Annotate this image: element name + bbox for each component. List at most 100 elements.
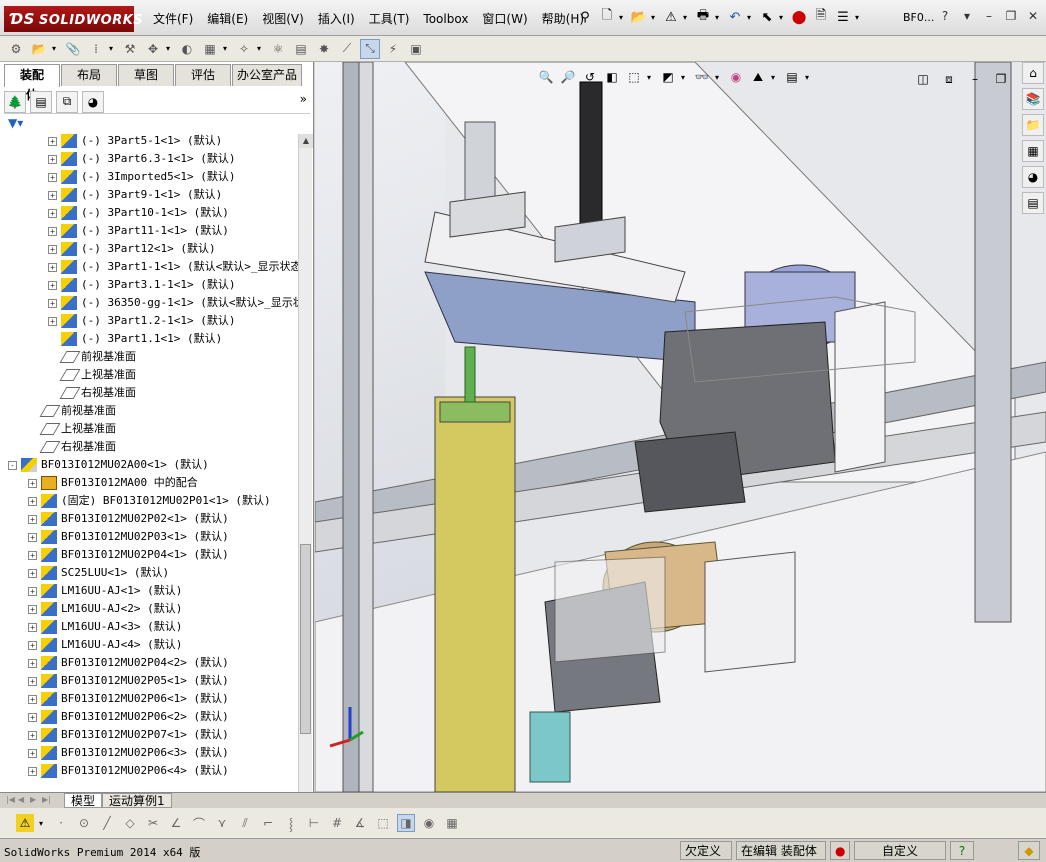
expand-icon[interactable]: + — [28, 568, 37, 578]
split-vertical-icon[interactable]: ⧈ — [940, 70, 958, 88]
tree-node[interactable]: + BF013I012MU02P03<1> (默认) — [28, 528, 229, 546]
corner-rectangle-icon[interactable]: ⌐ — [259, 814, 277, 832]
tree-node[interactable]: + BF013I012MU02P06<3> (默认) — [28, 744, 229, 762]
tree-node[interactable]: + (-) 3Part10-1<1> (默认) — [48, 204, 229, 222]
tree-node[interactable]: + BF013I012MU02P02<1> (默认) — [28, 510, 229, 528]
undo-dropdown-icon[interactable]: ▾ — [747, 13, 755, 22]
bill-of-materials-icon[interactable]: ▤ — [291, 39, 311, 59]
expand-icon[interactable]: + — [28, 730, 37, 740]
new-document-icon[interactable]: 🗋 — [597, 7, 617, 27]
appearance-manager-icon[interactable]: ◕ — [82, 90, 104, 113]
expand-icon[interactable]: + — [48, 154, 57, 164]
tree-node[interactable]: + BF013I012MU02P07<1> (默认) — [28, 726, 229, 744]
solidworks-resources-icon[interactable]: ⌂ — [1022, 62, 1044, 84]
tree-node[interactable]: + LM16UU-AJ<2> (默认) — [28, 600, 182, 618]
shaded-view-icon[interactable]: ◨ — [397, 814, 415, 832]
vertical-scrollbar[interactable]: ▲ ▼ — [298, 134, 313, 838]
expand-icon[interactable]: + — [28, 478, 37, 488]
arc-icon[interactable]: ⌒ — [190, 814, 208, 832]
tree-node[interactable]: + LM16UU-AJ<3> (默认) — [28, 618, 182, 636]
select-dropdown-icon[interactable]: ▾ — [779, 13, 787, 22]
tree-node[interactable]: 上视基准面 — [48, 366, 136, 384]
solidworks-logo[interactable]: ƊS SOLIDWORKS — [4, 6, 143, 32]
expand-icon[interactable]: + — [48, 316, 57, 326]
open-folder-icon[interactable]: 📂 — [629, 7, 649, 27]
assembly-model-render[interactable] — [315, 62, 1046, 792]
table-icon[interactable]: ▦ — [443, 814, 461, 832]
exploded-view-icon[interactable]: ✸ — [314, 39, 334, 59]
tree-node[interactable]: + (-) 3Imported5<1> (默认) — [48, 168, 235, 186]
tree-node[interactable]: + (-) 3Part5-1<1> (默认) — [48, 132, 222, 150]
restore-icon[interactable]: ❐ — [1002, 8, 1020, 24]
expand-icon[interactable]: + — [28, 748, 37, 758]
expand-icon[interactable]: + — [28, 712, 37, 722]
tree-node[interactable]: + BF013I012MU02P06<1> (默认) — [28, 690, 229, 708]
select-cursor-icon[interactable]: ⬉ — [757, 7, 777, 27]
tree-node[interactable]: + BF013I012MU02P04<1> (默认) — [28, 546, 229, 564]
tab-assembly[interactable]: 装配体 — [4, 64, 60, 102]
warning-icon[interactable]: ⚠ — [661, 7, 681, 27]
view-box-icon[interactable]: ⬚ — [374, 814, 392, 832]
apply-scene-icon[interactable]: ⛰ — [749, 68, 767, 86]
previous-view-icon[interactable]: ↺ — [581, 68, 599, 86]
tab-office-products[interactable]: 办公室产品 — [232, 64, 302, 86]
pin-icon[interactable]: ⚲ — [575, 7, 595, 27]
expand-icon[interactable]: + — [48, 244, 57, 254]
expand-icon[interactable]: + — [48, 136, 57, 146]
instant3d-icon[interactable]: ⤡ — [360, 38, 380, 59]
tab-layout[interactable]: 布局 — [61, 64, 117, 86]
dropdown-icon[interactable]: ▾ — [223, 44, 231, 53]
options-dropdown-icon[interactable]: ▾ — [855, 13, 863, 22]
graphics-area[interactable]: 🔍 🔎 ↺ ◧ ⬚ ▾ ◩ ▾ 👓 ▾ ◉ ⛰ ▾ ▤ ▾ ◫ ⧈ – ❐ ✕ — [315, 62, 1046, 792]
expand-icon[interactable]: + — [48, 190, 57, 200]
expand-icon[interactable]: + — [28, 550, 37, 560]
relations-icon[interactable]: ∡ — [351, 814, 369, 832]
new-dropdown-icon[interactable]: ▾ — [619, 13, 627, 22]
expand-panel-icon[interactable]: » — [300, 92, 307, 106]
offset-icon[interactable]: ⫽ — [236, 814, 254, 832]
rebuild-icon[interactable]: ⬤ — [789, 7, 809, 27]
tree-node[interactable]: + (-) 3Part3.1-1<1> (默认) — [48, 276, 235, 294]
grid-icon[interactable]: # — [328, 814, 346, 832]
reference-geometry-icon[interactable]: ✧ — [234, 39, 254, 59]
line-icon[interactable]: ╱ — [98, 814, 116, 832]
viewport-restore-icon[interactable]: ❐ — [992, 70, 1010, 88]
scroll-up-icon[interactable]: ▲ — [299, 134, 313, 148]
new-part-icon[interactable]: 📂 — [29, 39, 49, 59]
tree-node[interactable]: + (-) 3Part1-1<1> (默认<默认>_显示状态 — [48, 258, 298, 276]
expand-icon[interactable]: + — [48, 208, 57, 218]
explode-line-icon[interactable]: ⟋ — [337, 39, 357, 59]
dropdown-icon[interactable]: ▾ — [771, 73, 779, 82]
expand-icon[interactable]: + — [48, 172, 57, 182]
custom-properties-icon[interactable]: ▤ — [1022, 192, 1044, 214]
menu-insert[interactable]: 插入(I) — [311, 10, 362, 28]
undo-icon[interactable]: ↶ — [725, 7, 745, 27]
first-tab-icon[interactable]: |◀ — [6, 795, 18, 807]
tree-node[interactable]: + (-) 3Part11-1<1> (默认) — [48, 222, 229, 240]
expand-icon[interactable]: + — [48, 262, 57, 272]
move-component-icon[interactable]: ✥ — [143, 39, 163, 59]
close-icon[interactable]: ✕ — [1024, 8, 1042, 24]
angle-icon[interactable]: ∠ — [167, 814, 185, 832]
view-palette-icon[interactable]: ▦ — [1022, 140, 1044, 162]
menu-view[interactable]: 视图(V) — [255, 10, 311, 28]
property-manager-icon[interactable]: ▤ — [30, 90, 52, 113]
edit-appearance-icon[interactable]: ◉ — [727, 68, 745, 86]
minimize-icon[interactable]: – — [980, 8, 998, 24]
collapse-icon[interactable]: - — [8, 460, 17, 470]
tree-node[interactable]: - BF013I012MU02A00<1> (默认) — [8, 456, 209, 474]
smart-dimension-icon[interactable]: ⊢ — [305, 814, 323, 832]
design-library-icon[interactable]: 📚 — [1022, 88, 1044, 110]
smart-fasteners-icon[interactable]: ⚒ — [120, 39, 140, 59]
expand-icon[interactable]: + — [48, 226, 57, 236]
hide-show-items-icon[interactable]: 👓 — [693, 68, 711, 86]
print-dropdown-icon[interactable]: ▾ — [715, 13, 723, 22]
expand-icon[interactable]: + — [28, 766, 37, 776]
trim-icon[interactable]: ✂ — [144, 814, 162, 832]
expand-icon[interactable]: + — [28, 640, 37, 650]
tree-node[interactable]: + LM16UU-AJ<1> (默认) — [28, 582, 182, 600]
dropdown-icon[interactable]: ▾ — [681, 73, 689, 82]
configuration-manager-icon[interactable]: ⧉ — [56, 90, 78, 113]
expand-icon[interactable]: + — [48, 298, 57, 308]
expand-icon[interactable]: + — [28, 658, 37, 668]
